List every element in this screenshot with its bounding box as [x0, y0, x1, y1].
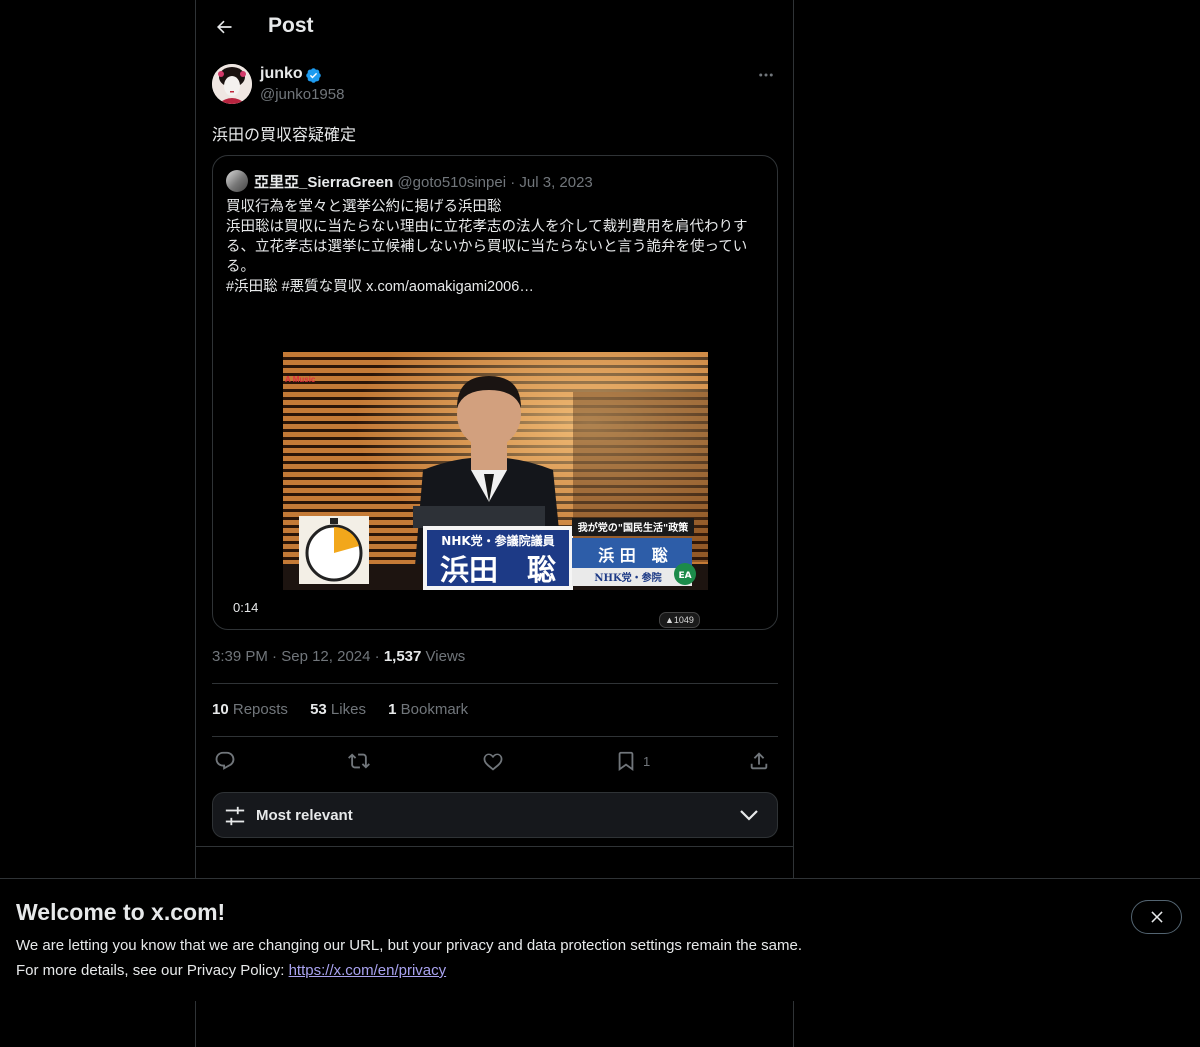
action-bar: 1 — [212, 746, 778, 776]
separator-dot: · — [272, 648, 282, 665]
back-button[interactable] — [210, 13, 238, 41]
banner-title: Welcome to x.com! — [16, 899, 226, 925]
divider — [212, 683, 778, 684]
author-handle[interactable]: @junko1958 — [260, 86, 344, 103]
video-counter-badge: ▲1049 — [659, 612, 700, 628]
page-title: Post — [268, 14, 314, 37]
more-options-button[interactable] — [754, 64, 778, 86]
bookmark-count: 1 — [643, 753, 651, 769]
video-duration: 0:14 — [233, 600, 259, 615]
chevron-down-icon — [740, 810, 758, 821]
nameplate-name: 浜田 聡 — [440, 553, 556, 587]
video-frame: A Music NHK党・参議院議員 浜田 聡 我が党の"国民生活"政策 浜 田… — [283, 352, 708, 590]
views-label: Views — [425, 648, 466, 665]
author-name[interactable]: junko — [260, 65, 303, 83]
repost-button[interactable] — [348, 746, 370, 776]
quoted-text-line: 買収行為を堂々と選挙公約に掲げる浜田聡 — [226, 199, 502, 215]
post-author: junko @junko1958 — [212, 64, 778, 108]
video-corner-label: A Music — [285, 375, 316, 384]
share-button[interactable] — [748, 746, 770, 776]
quoted-text-line: #浜田聡 #悪質な買収 x.com/aomakigami2006… — [226, 279, 534, 295]
bookmarks-stat[interactable]: 1 Bookmark — [388, 701, 468, 718]
banner-text: For more details, see our Privacy Policy… — [16, 962, 446, 979]
reposts-stat[interactable]: 10 Reposts — [212, 701, 288, 718]
privacy-policy-link[interactable]: https://x.com/en/privacy — [289, 962, 447, 979]
likes-count: 53 — [310, 701, 327, 718]
nameplate-title: NHK党・参議院議員 — [441, 533, 554, 548]
views-count: 1,537 — [383, 648, 422, 665]
quoted-text: 買収行為を堂々と選挙公約に掲げる浜田聡 浜田聡は買収に当たらない理由に立花孝志の… — [226, 197, 766, 297]
welcome-banner: Welcome to x.com! We are letting you kno… — [0, 878, 1200, 1001]
side-panel: 我が党の"国民生活"政策 浜 田 聡 NHK党・参院 EA — [572, 518, 696, 586]
separator-dot: · — [374, 648, 384, 665]
side-panel-title: 我が党の"国民生活"政策 — [578, 521, 689, 534]
reply-button[interactable] — [214, 746, 236, 776]
bookmark-button[interactable]: 1 — [615, 746, 650, 776]
quoted-post[interactable]: 亞里亞_SierraGreen @goto510sinpei · Jul 3, … — [212, 155, 778, 630]
reposts-label: Reposts — [232, 701, 288, 718]
quoted-date[interactable]: Jul 3, 2023 — [519, 174, 592, 191]
side-panel-name: 浜 田 聡 — [598, 546, 668, 565]
video-player[interactable]: A Music NHK党・参議院議員 浜田 聡 我が党の"国民生活"政策 浜 田… — [283, 352, 708, 590]
close-banner-button[interactable] — [1131, 900, 1182, 934]
post-header: Post — [196, 0, 793, 53]
avatar[interactable] — [212, 64, 252, 104]
quoted-avatar[interactable] — [226, 170, 248, 192]
sort-label: Most relevant — [256, 807, 353, 824]
bookmark-icon — [618, 751, 634, 772]
like-icon — [483, 753, 503, 771]
avatar-image — [212, 64, 252, 104]
divider — [212, 736, 778, 737]
side-panel-party: NHK党・参院 — [594, 571, 661, 584]
quoted-author-handle[interactable]: @goto510sinpei — [397, 174, 506, 191]
reposts-count: 10 — [212, 701, 229, 718]
quoted-text-line: 浜田聡は買収に当たらない理由に立花孝志の法人を介して裁判費用を肩代わりする、立花… — [226, 219, 748, 275]
banner-text: We are letting you know that we are chan… — [16, 937, 802, 954]
more-horizontal-icon — [759, 73, 773, 77]
separator-dot: · — [510, 174, 516, 191]
sliders-icon — [225, 806, 245, 826]
quoted-header: 亞里亞_SierraGreen @goto510sinpei · Jul 3, … — [254, 171, 593, 192]
quoted-author-name[interactable]: 亞里亞_SierraGreen — [254, 174, 393, 191]
engagement-stats: 10 Reposts 53 Likes 1 Bookmark — [212, 701, 486, 718]
stopwatch-icon — [299, 516, 369, 584]
reply-icon — [215, 751, 235, 770]
like-button[interactable] — [482, 746, 504, 776]
bookmarks-count: 1 — [388, 701, 397, 718]
close-icon — [1150, 911, 1163, 923]
share-icon — [750, 752, 768, 770]
sort-replies-dropdown[interactable]: Most relevant — [212, 792, 778, 838]
verified-badge-icon — [306, 68, 321, 83]
repost-icon — [348, 753, 370, 769]
divider — [196, 846, 793, 847]
likes-stat[interactable]: 53 Likes — [310, 701, 366, 718]
post-text: 浜田の買収容疑確定 — [212, 127, 357, 144]
post-meta: 3:39 PM · Sep 12, 2024 · 1,537 Views — [212, 648, 465, 665]
nameplate: NHK党・参議院議員 浜田 聡 — [423, 526, 573, 590]
post-date[interactable]: Sep 12, 2024 — [281, 648, 370, 665]
channel-logo: EA — [678, 571, 691, 581]
likes-label: Likes — [330, 701, 366, 718]
post-time[interactable]: 3:39 PM — [212, 648, 268, 665]
back-arrow-icon — [217, 20, 232, 34]
bookmarks-label: Bookmark — [400, 701, 469, 718]
banner-text-prefix: For more details, see our Privacy Policy… — [16, 962, 289, 979]
